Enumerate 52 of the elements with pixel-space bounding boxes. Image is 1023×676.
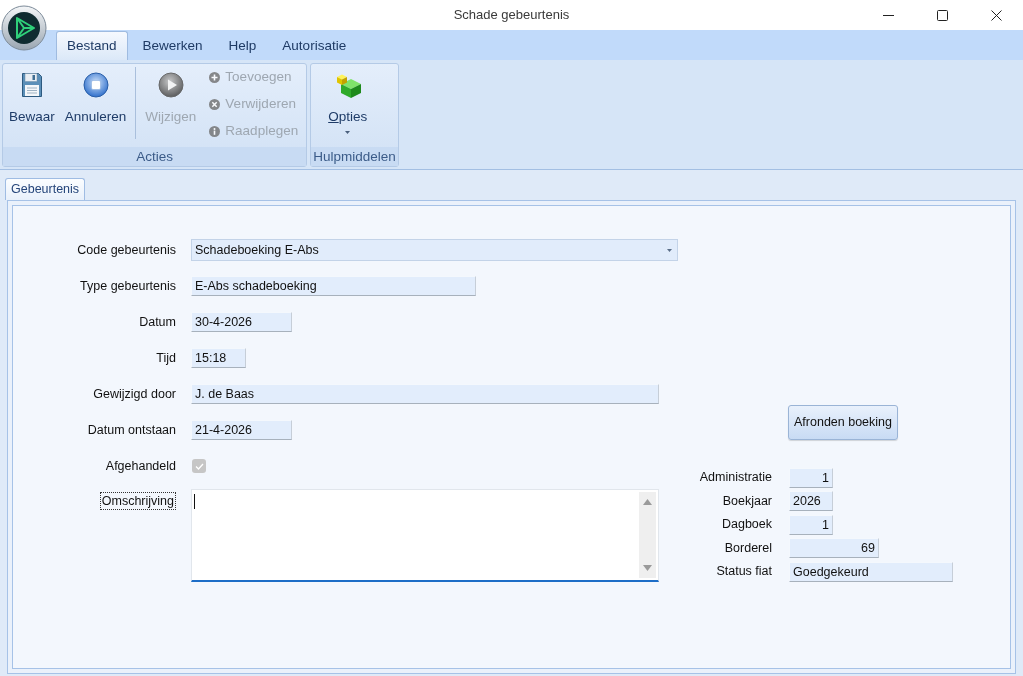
caret-icon <box>667 248 672 252</box>
text-field[interactable]: 15:18 <box>191 348 246 368</box>
dropdown[interactable]: Schadeboeking E-Abs <box>191 239 678 261</box>
text-field[interactable]: 21-4-2026 <box>191 420 292 440</box>
save-button[interactable]: Bewaar <box>4 64 60 147</box>
text-area[interactable] <box>191 489 659 582</box>
text-field[interactable]: 2026 <box>789 491 833 512</box>
text-field[interactable]: E-Abs schadeboeking <box>191 276 476 296</box>
close-icon <box>990 9 1002 21</box>
field-label: Boekjaar <box>721 492 772 510</box>
field-label: Code gebeurtenis <box>76 241 176 259</box>
text-field[interactable]: 1 <box>789 514 833 535</box>
field-label: Tijd <box>155 349 176 367</box>
down-arrow-icon <box>643 565 652 571</box>
text-field[interactable]: 69 <box>789 538 879 559</box>
menu-tab[interactable]: Help <box>217 31 268 60</box>
menu-tab[interactable]: Bewerken <box>131 31 214 60</box>
plus-icon <box>209 72 221 83</box>
up-arrow-icon <box>643 499 652 505</box>
text-cursor-icon <box>194 494 195 509</box>
checkmark-icon <box>194 462 204 470</box>
text-field[interactable]: 1 <box>789 467 833 488</box>
scrollbar[interactable] <box>639 492 656 578</box>
text-field[interactable]: J. de Baas <box>191 384 659 404</box>
field-label: Afgehandeld <box>104 457 176 475</box>
finish-booking-button[interactable]: Afronden boeking <box>788 405 898 440</box>
stop-icon <box>82 72 109 98</box>
group-label: Hulpmiddelen <box>311 147 398 166</box>
text-field[interactable]: Goedgekeurd <box>789 561 953 582</box>
field-label: Status fiat <box>715 563 772 581</box>
menu-tab[interactable]: Bestand <box>56 31 128 60</box>
x-icon <box>209 99 221 110</box>
options-button[interactable]: Opties <box>312 64 384 147</box>
page-tab[interactable]: Gebeurtenis <box>5 178 86 200</box>
text-field[interactable]: 30-4-2026 <box>191 312 292 332</box>
maximize-icon <box>936 9 948 21</box>
minimize-icon <box>882 14 894 16</box>
field-label: Administratie <box>698 469 772 487</box>
field-label: Datum <box>138 313 176 331</box>
field-label: Type gebeurtenis <box>79 277 176 295</box>
menu-tab[interactable]: Autorisatie <box>271 31 358 60</box>
cancel-button[interactable]: Annuleren <box>59 64 132 147</box>
field-label: Datum ontstaan <box>86 421 176 439</box>
window-title: Schade gebeurtenis <box>453 6 570 25</box>
field-label: Omschrijving <box>99 492 176 510</box>
play-icon <box>157 72 184 98</box>
field-label: Borderel <box>723 539 772 557</box>
caret-icon <box>345 131 351 134</box>
info-icon <box>209 126 221 137</box>
field-label: Dagboek <box>720 516 772 534</box>
group-label: Acties <box>3 147 307 166</box>
field-label: Gewijzigd door <box>92 385 176 403</box>
